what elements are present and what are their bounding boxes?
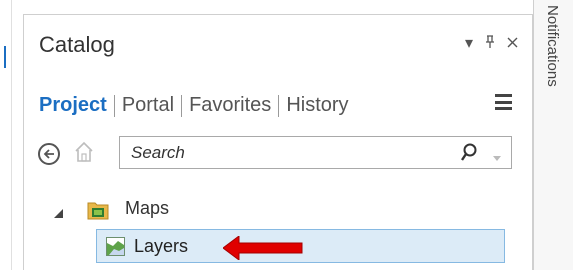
collapse-triangle-icon[interactable] bbox=[54, 205, 63, 218]
home-icon[interactable] bbox=[74, 140, 94, 166]
left-gutter bbox=[0, 0, 12, 270]
catalog-tabs: Project Portal Favorites History bbox=[39, 94, 356, 117]
search-input[interactable]: Search bbox=[119, 136, 512, 169]
catalog-pane: Catalog ▾ Project Portal Favorites Histo… bbox=[23, 14, 533, 270]
search-dropdown-icon[interactable] bbox=[493, 149, 501, 161]
red-pointer-arrow-icon bbox=[222, 235, 303, 261]
pane-options-dropdown-icon[interactable]: ▾ bbox=[465, 36, 473, 52]
tree-item-label: Layers bbox=[134, 236, 189, 256]
tree-item-layers[interactable]: Layers bbox=[96, 229, 505, 263]
pane-title: Catalog bbox=[39, 32, 115, 57]
gutter-divider bbox=[11, 0, 12, 270]
tab-favorites[interactable]: Favorites bbox=[182, 94, 278, 117]
tree-item-maps[interactable]: Maps bbox=[125, 198, 169, 219]
pane-controls: ▾ bbox=[465, 35, 518, 53]
back-arrow-icon[interactable] bbox=[38, 143, 60, 165]
pin-icon[interactable] bbox=[485, 35, 495, 53]
tab-history[interactable]: History bbox=[279, 94, 355, 117]
notifications-side-tab[interactable]: Notifications bbox=[533, 0, 573, 270]
search-icon[interactable] bbox=[460, 143, 478, 163]
active-tab-indicator bbox=[4, 46, 6, 68]
notifications-label: Notifications bbox=[544, 5, 561, 87]
tab-portal[interactable]: Portal bbox=[115, 94, 181, 117]
map-icon bbox=[106, 237, 125, 256]
close-icon[interactable] bbox=[507, 36, 518, 52]
folder-icon bbox=[87, 200, 109, 220]
menu-icon[interactable] bbox=[495, 94, 512, 110]
tab-project[interactable]: Project bbox=[39, 94, 114, 117]
search-placeholder: Search bbox=[131, 143, 185, 162]
